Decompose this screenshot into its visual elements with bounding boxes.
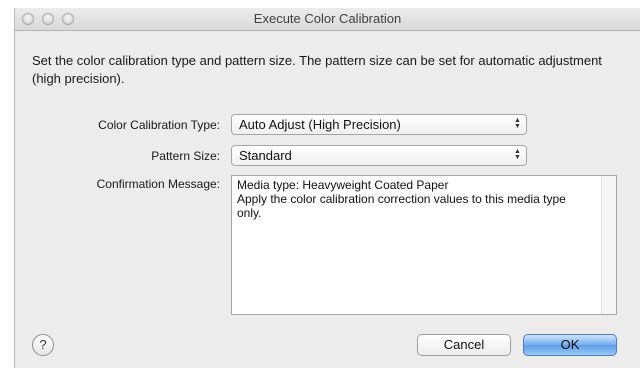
calibration-type-value: Auto Adjust (High Precision) (239, 117, 401, 132)
message-scrollbar[interactable] (601, 176, 616, 314)
pattern-size-label: Pattern Size: (151, 149, 220, 163)
dialog-description: Set the color calibration type and patte… (32, 53, 602, 86)
title-bar: Execute Color Calibration (15, 8, 640, 31)
window-title: Execute Color Calibration (253, 11, 402, 26)
ok-button[interactable]: OK (523, 334, 617, 356)
pattern-size-select[interactable]: Standard ▲ ▼ (231, 145, 527, 166)
help-button[interactable]: ? (32, 334, 54, 356)
dialog-window: Execute Color Calibration Set the color … (14, 8, 640, 368)
up-down-chevron-icon: ▲ ▼ (514, 148, 521, 161)
up-down-chevron-icon: ▲ ▼ (514, 117, 521, 130)
confirmation-message-label: Confirmation Message: (96, 177, 220, 191)
calibration-type-label: Color Calibration Type: (98, 118, 220, 132)
pattern-size-value: Standard (239, 148, 292, 163)
confirmation-message-text: Media type: Heavyweight Coated Paper App… (237, 178, 566, 220)
calibration-type-select[interactable]: Auto Adjust (High Precision) ▲ ▼ (231, 114, 527, 135)
confirmation-message-box[interactable]: Media type: Heavyweight Coated Paper App… (231, 175, 617, 315)
cancel-button[interactable]: Cancel (417, 334, 511, 356)
